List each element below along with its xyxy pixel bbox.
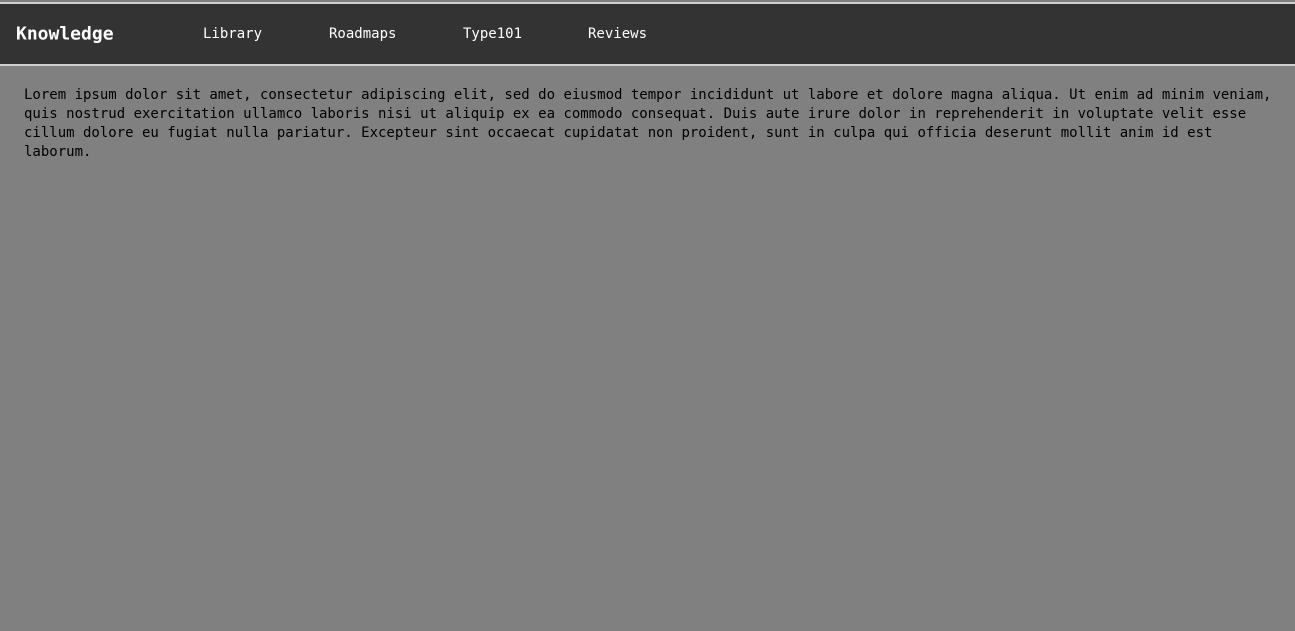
nav-link-reviews[interactable]: Reviews <box>588 26 647 42</box>
brand-logo-link[interactable]: Knowledge <box>16 24 114 45</box>
nav-link-library[interactable]: Library <box>203 26 262 42</box>
body-paragraph: Lorem ipsum dolor sit amet, consectetur … <box>24 87 1272 160</box>
nav-link-roadmaps[interactable]: Roadmaps <box>329 26 396 42</box>
top-navbar: Knowledge Library Roadmaps Type101 Revie… <box>0 2 1295 66</box>
nav-link-type101[interactable]: Type101 <box>463 26 522 42</box>
